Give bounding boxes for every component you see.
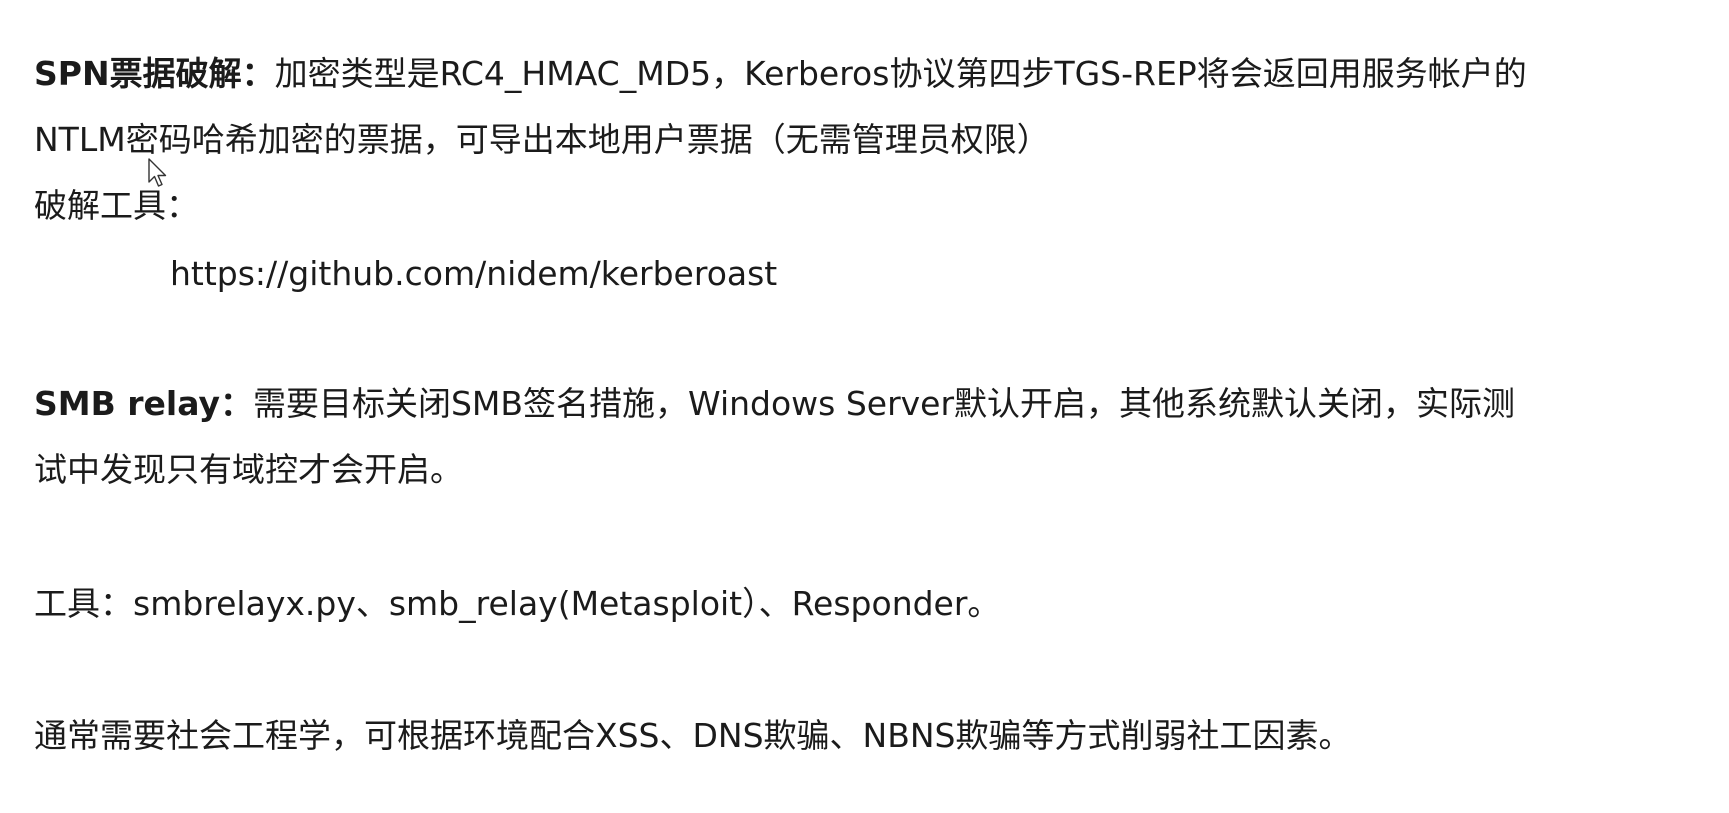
smb-tools-line: 工具：smbrelayx.py、smb_relay(Metasploit）、Re… <box>34 584 1001 623</box>
spn-paragraph-line-1: SPN票据破解：加密类型是RC4_HMAC_MD5，Kerberos协议第四步T… <box>34 54 1527 94</box>
spn-paragraph-line-2: NTLM密码哈希加密的票据，可导出本地用户票据（无需管理员权限） <box>34 120 1050 159</box>
spn-tool-url: https://github.com/nidem/kerberoast <box>170 254 778 293</box>
spn-heading: SPN票据破解： <box>34 54 275 93</box>
smb-note-line: 通常需要社会工程学，可根据环境配合XSS、DNS欺骗、NBNS欺骗等方式削弱社工… <box>34 716 1352 755</box>
document-page: SPN票据破解：加密类型是RC4_HMAC_MD5，Kerberos协议第四步T… <box>0 0 1729 813</box>
smb-text-line-1: 需要目标关闭SMB签名措施，Windows Server默认开启，其他系统默认关… <box>252 384 1516 423</box>
smb-paragraph-line-1: SMB relay：需要目标关闭SMB签名措施，Windows Server默认… <box>34 384 1515 424</box>
smb-heading: SMB relay： <box>34 384 253 423</box>
spn-tool-label: 破解工具： <box>34 186 199 225</box>
spn-text-line-1: 加密类型是RC4_HMAC_MD5，Kerberos协议第四步TGS-REP将会… <box>274 54 1527 93</box>
smb-paragraph-line-2: 试中发现只有域控才会开启。 <box>34 450 463 489</box>
mouse-pointer-icon <box>148 158 167 187</box>
